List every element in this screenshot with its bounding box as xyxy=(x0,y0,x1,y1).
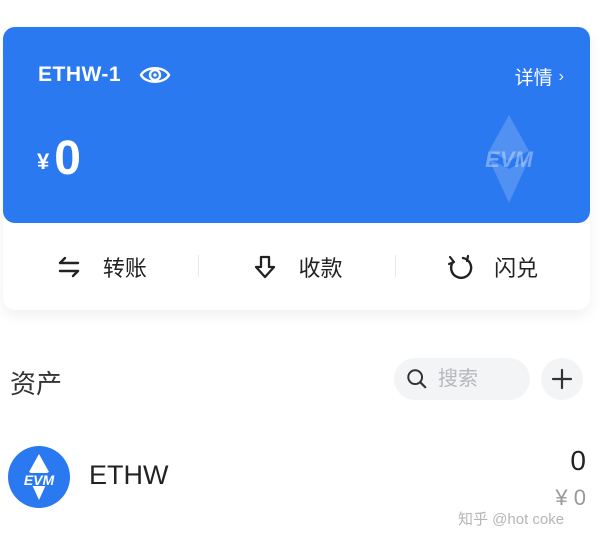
currency-symbol: ¥ xyxy=(37,149,50,174)
svg-text:EVM: EVM xyxy=(485,147,533,172)
svg-text:EVM: EVM xyxy=(24,472,55,488)
add-asset-button[interactable] xyxy=(541,358,583,400)
evm-token-icon: EVM xyxy=(8,446,70,508)
swap-cycle-icon xyxy=(448,254,473,279)
transfer-button[interactable]: 转账 xyxy=(3,223,199,310)
asset-row-ethw[interactable]: EVM ETHW 0 ¥ 0 xyxy=(0,440,600,516)
search-icon xyxy=(407,369,427,389)
details-label: 详情 xyxy=(514,68,553,89)
assets-section-title: 资产 xyxy=(10,369,63,399)
wallet-header: ETHW-1 详情 › ¥ 0 EVM xyxy=(3,27,590,223)
plus-icon xyxy=(551,368,573,390)
swap-label: 闪兑 xyxy=(494,255,539,281)
balance-amount: 0 xyxy=(54,132,81,185)
balance-display: ¥ 0 xyxy=(37,135,81,183)
asset-quantity: 0 xyxy=(570,445,586,476)
swap-button[interactable]: 闪兑 xyxy=(394,223,590,310)
eye-icon[interactable] xyxy=(139,63,171,87)
asset-search[interactable] xyxy=(394,358,530,400)
search-input[interactable] xyxy=(436,366,530,392)
evm-logo-icon: EVM xyxy=(485,115,534,203)
wallet-name: ETHW-1 xyxy=(38,63,122,86)
chevron-right-icon: › xyxy=(558,67,564,85)
asset-name: ETHW xyxy=(89,460,169,490)
page-watermark: 知乎 @hot coke xyxy=(458,511,565,528)
details-link[interactable]: 详情 › xyxy=(515,63,564,90)
transfer-arrows-icon xyxy=(58,256,80,277)
action-bar: 转账 收款 闪兑 xyxy=(3,223,590,310)
transfer-label: 转账 xyxy=(102,255,147,281)
receive-label: 收款 xyxy=(298,255,343,281)
receive-button[interactable]: 收款 xyxy=(199,223,395,310)
wallet-card: ETHW-1 详情 › ¥ 0 EVM 转账 收款 闪兑 xyxy=(3,27,590,310)
receive-download-icon xyxy=(254,255,275,278)
